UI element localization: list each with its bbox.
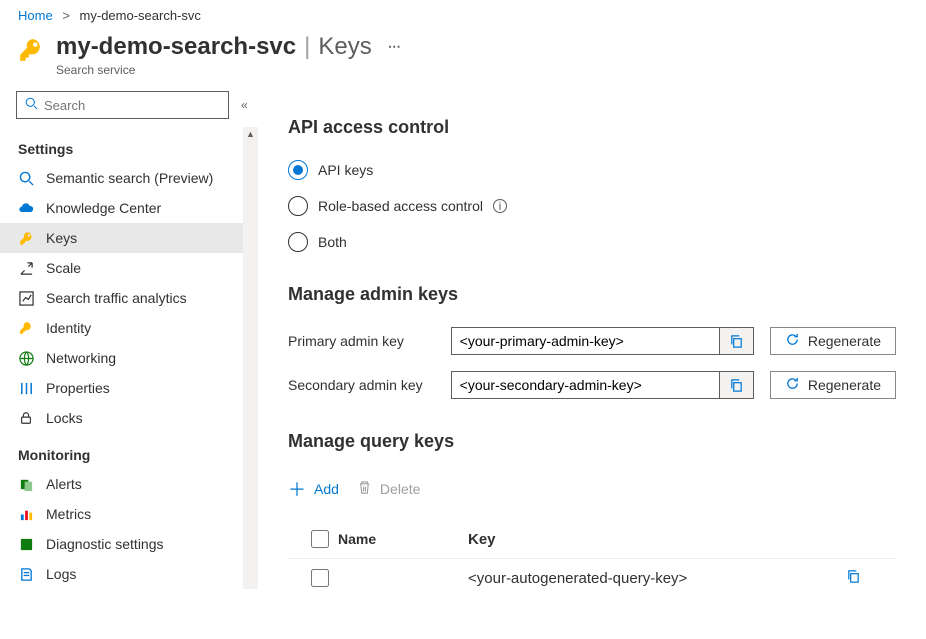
manage-query-title: Manage query keys: [288, 431, 896, 452]
sidebar-group-monitoring: Monitoring: [0, 433, 258, 469]
sidebar-item-metrics[interactable]: Metrics: [0, 499, 258, 529]
select-all-checkbox[interactable]: [311, 530, 329, 548]
primary-admin-key-input[interactable]: [452, 328, 719, 354]
refresh-icon: [785, 376, 800, 394]
breadcrumb: Home > my-demo-search-svc: [0, 0, 926, 29]
scroll-up-icon[interactable]: ▲: [243, 127, 258, 141]
sidebar-search[interactable]: [16, 91, 229, 119]
row-checkbox[interactable]: [311, 569, 329, 587]
key-icon: [18, 230, 34, 246]
diagnostic-icon: [18, 536, 34, 552]
manage-admin-title: Manage admin keys: [288, 284, 896, 305]
query-key-value: <your-autogenerated-query-key>: [468, 570, 846, 587]
api-access-radio-group: API keys Role-based access control i Bot…: [288, 152, 896, 260]
copy-query-key-button[interactable]: [846, 569, 896, 587]
refresh-icon: [785, 332, 800, 350]
key-icon: [18, 37, 44, 66]
regenerate-primary-button[interactable]: Regenerate: [770, 327, 896, 355]
column-header-key: Key: [468, 531, 846, 548]
sidebar-item-semantic-search[interactable]: Semantic search (Preview): [0, 163, 258, 193]
scale-icon: [18, 260, 34, 276]
query-keys-table: Name Key <your-autogenerated-query-key>: [288, 520, 896, 597]
sidebar: « ▲ Settings Semantic search (Preview) K…: [0, 91, 258, 638]
breadcrumb-home[interactable]: Home: [18, 8, 53, 23]
metrics-icon: [18, 506, 34, 522]
breadcrumb-resource[interactable]: my-demo-search-svc: [80, 8, 201, 23]
networking-icon: [18, 350, 34, 366]
secondary-admin-key-label: Secondary admin key: [288, 377, 435, 393]
resource-type: Search service: [56, 63, 401, 77]
api-access-title: API access control: [288, 117, 896, 138]
primary-admin-key-label: Primary admin key: [288, 333, 435, 349]
sidebar-item-networking[interactable]: Networking: [0, 343, 258, 373]
query-keys-toolbar: ＋ Add Delete: [288, 466, 896, 520]
sidebar-item-identity[interactable]: Identity: [0, 313, 258, 343]
more-icon[interactable]: ⋯: [388, 33, 401, 61]
search-icon: [18, 170, 34, 186]
sidebar-item-scale[interactable]: Scale: [0, 253, 258, 283]
delete-query-key-button: Delete: [357, 480, 420, 498]
sidebar-item-logs[interactable]: Logs: [0, 559, 258, 589]
radio-both[interactable]: Both: [288, 224, 896, 260]
sidebar-search-input[interactable]: [44, 98, 220, 113]
plus-icon: ＋: [288, 476, 306, 502]
properties-icon: [18, 380, 34, 396]
sidebar-group-settings: Settings: [0, 127, 258, 163]
sidebar-item-knowledge-center[interactable]: Knowledge Center: [0, 193, 258, 223]
primary-admin-key-row: Primary admin key Regenerate: [288, 319, 896, 363]
sidebar-item-search-traffic-analytics[interactable]: Search traffic analytics: [0, 283, 258, 313]
chevron-right-icon: >: [62, 8, 70, 23]
secondary-admin-key-row: Secondary admin key Regenerate: [288, 363, 896, 407]
scrollbar[interactable]: ▲: [243, 127, 258, 589]
page-title: my-demo-search-svc | Keys ⋯: [56, 33, 401, 61]
identity-icon: [18, 320, 34, 336]
sidebar-item-diagnostic-settings[interactable]: Diagnostic settings: [0, 529, 258, 559]
analytics-icon: [18, 290, 34, 306]
main-content: API access control API keys Role-based a…: [258, 91, 926, 638]
add-query-key-button[interactable]: ＋ Add: [288, 476, 339, 502]
collapse-sidebar-icon[interactable]: «: [237, 94, 252, 116]
copy-primary-key-button[interactable]: [719, 328, 753, 354]
column-header-name: Name: [338, 531, 468, 547]
secondary-admin-key-input[interactable]: [452, 372, 719, 398]
sidebar-item-properties[interactable]: Properties: [0, 373, 258, 403]
table-row: <your-autogenerated-query-key>: [288, 559, 896, 597]
cloud-icon: [18, 200, 34, 216]
radio-icon: [288, 160, 308, 180]
sidebar-item-locks[interactable]: Locks: [0, 403, 258, 433]
logs-icon: [18, 566, 34, 582]
radio-icon: [288, 232, 308, 252]
sidebar-item-alerts[interactable]: Alerts: [0, 469, 258, 499]
page-header: my-demo-search-svc | Keys ⋯ Search servi…: [0, 29, 926, 91]
search-icon: [25, 97, 38, 113]
radio-icon: [288, 196, 308, 216]
radio-api-keys[interactable]: API keys: [288, 152, 896, 188]
copy-secondary-key-button[interactable]: [719, 372, 753, 398]
radio-rbac[interactable]: Role-based access control i: [288, 188, 896, 224]
info-icon[interactable]: i: [493, 199, 507, 213]
lock-icon: [18, 410, 34, 426]
trash-icon: [357, 480, 372, 498]
alerts-icon: [18, 476, 34, 492]
sidebar-item-keys[interactable]: Keys: [0, 223, 258, 253]
regenerate-secondary-button[interactable]: Regenerate: [770, 371, 896, 399]
